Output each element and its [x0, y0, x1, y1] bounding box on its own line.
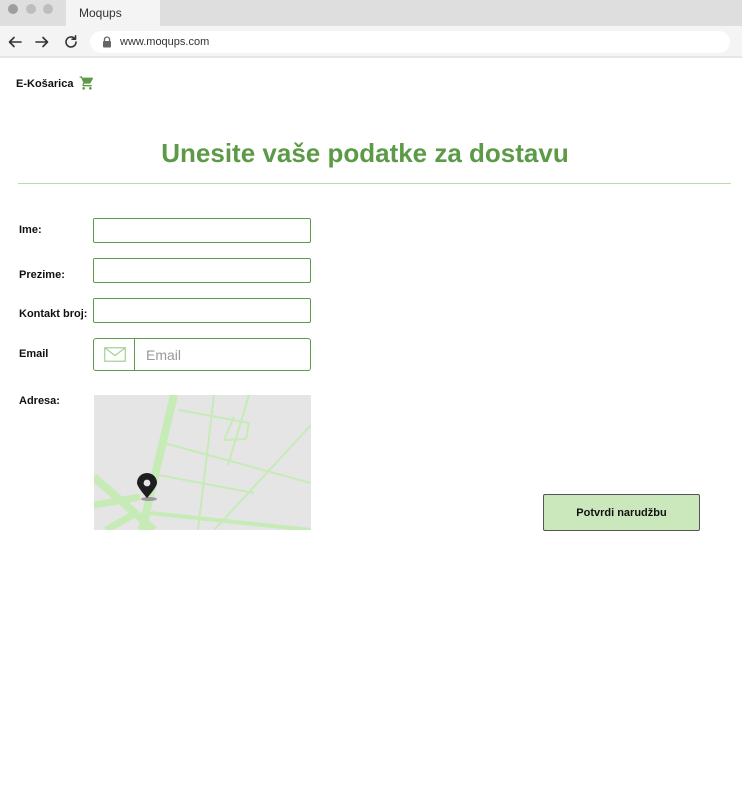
- shopping-cart-icon[interactable]: [79, 75, 95, 91]
- phone-input[interactable]: [93, 298, 311, 323]
- navigation-bar: www.moqups.com: [0, 26, 742, 58]
- address-bar[interactable]: www.moqups.com: [90, 31, 730, 53]
- phone-label: Kontakt broj:: [19, 308, 88, 320]
- first-name-label: Ime:: [19, 224, 42, 236]
- tab-strip: Moqups: [0, 0, 742, 26]
- email-addon: [94, 339, 135, 370]
- window-close-dot[interactable]: [8, 4, 18, 14]
- forward-arrow-icon[interactable]: [34, 34, 50, 50]
- lock-icon: [103, 36, 111, 48]
- page-title: Unesite vaše podatke za dostavu: [161, 138, 569, 168]
- address-label: Adresa:: [19, 395, 60, 407]
- url-text: www.moqups.com: [120, 36, 210, 48]
- last-name-input[interactable]: [93, 258, 311, 283]
- browser-tab[interactable]: Moqups: [66, 0, 160, 26]
- email-input[interactable]: [136, 339, 308, 370]
- address-map[interactable]: [94, 395, 311, 530]
- back-arrow-icon[interactable]: [7, 34, 23, 50]
- confirm-order-button[interactable]: Potvrdi narudžbu: [543, 494, 700, 531]
- title-divider: [18, 183, 731, 184]
- last-name-label: Prezime:: [19, 269, 65, 281]
- email-input-group: [93, 338, 311, 371]
- window-maximize-dot[interactable]: [43, 4, 53, 14]
- envelope-icon: [104, 347, 126, 362]
- window-minimize-dot[interactable]: [26, 4, 36, 14]
- reload-icon[interactable]: [63, 34, 79, 50]
- first-name-input[interactable]: [93, 218, 311, 243]
- map-streets: [94, 395, 311, 530]
- email-label: Email: [19, 348, 49, 360]
- browser-chrome: Moqups www.moqups.com: [0, 0, 742, 58]
- brand-name[interactable]: E-Košarica: [16, 78, 73, 90]
